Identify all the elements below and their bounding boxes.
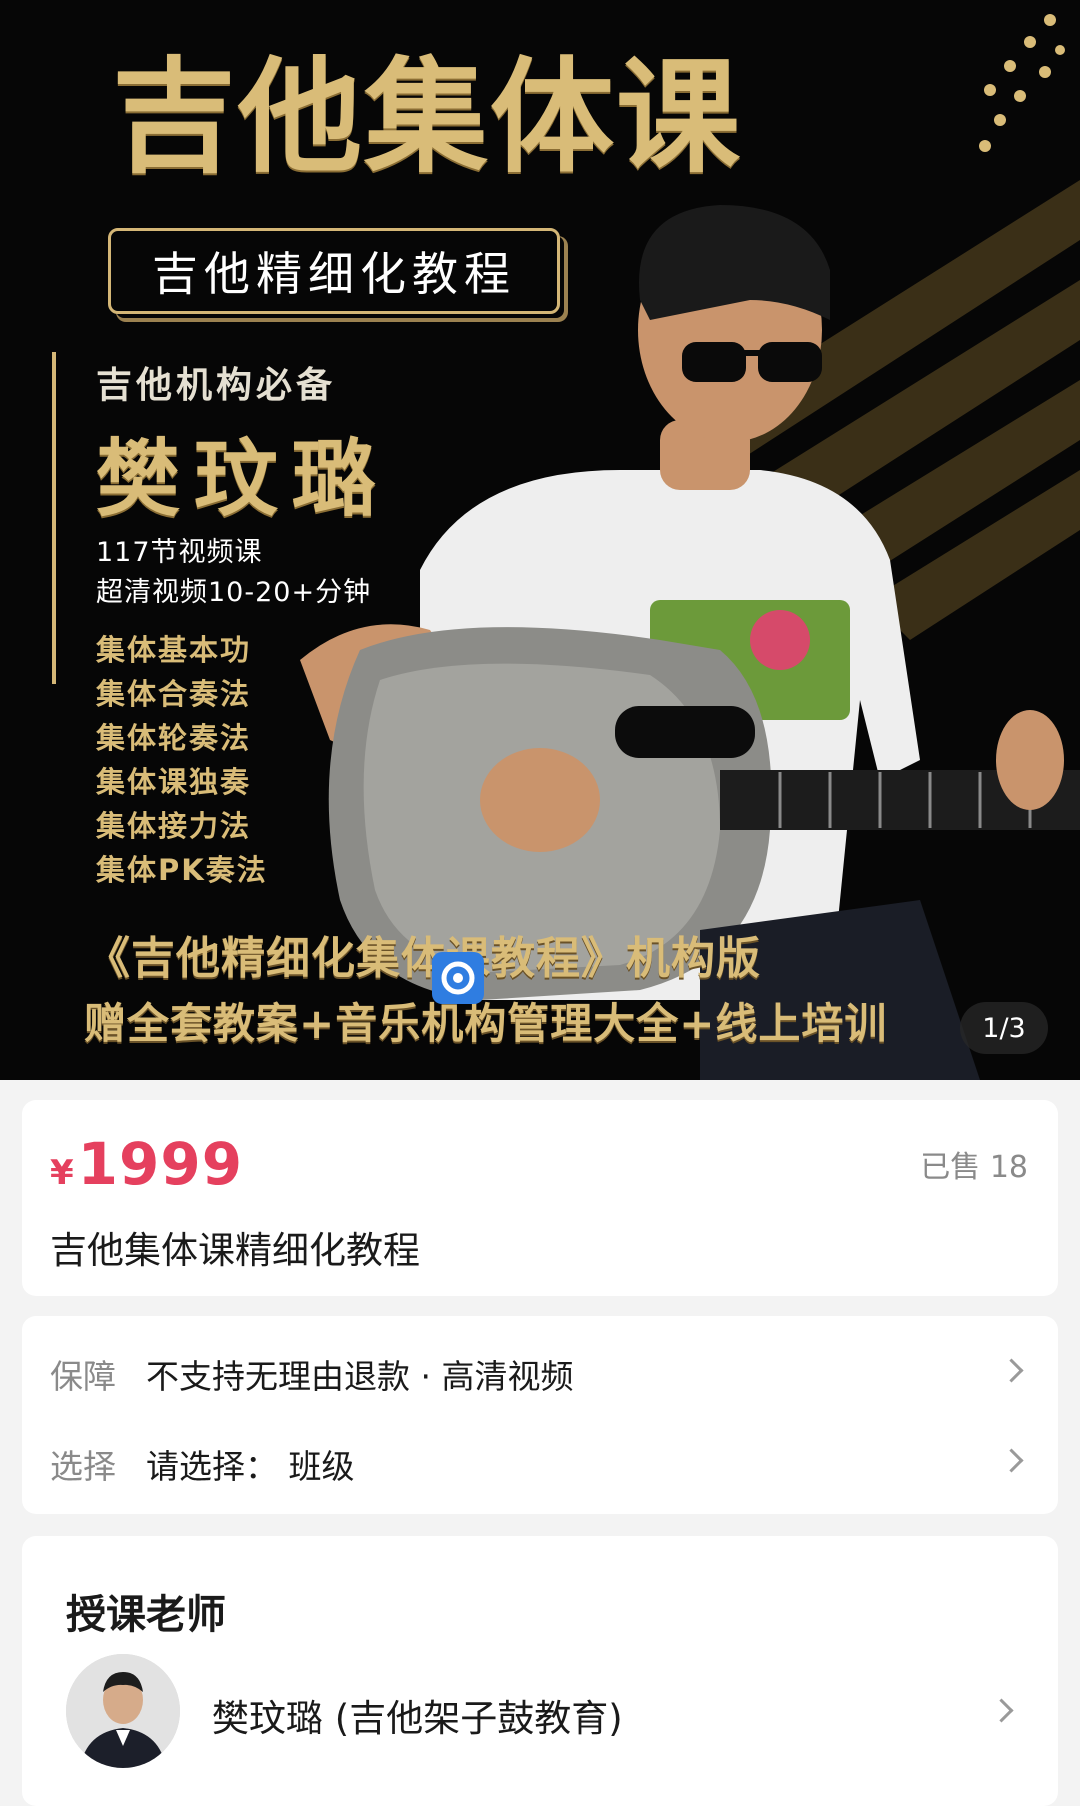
banner-tagline: 吉他机构必备: [96, 365, 337, 406]
teacher-name: 樊玟璐 (吉他架子鼓教育): [212, 1697, 623, 1740]
method-item: 集体课独奏: [96, 765, 252, 799]
banner-teacher-name: 樊玟璐: [96, 430, 391, 528]
app-logo-icon: [432, 952, 484, 1004]
currency-symbol: ¥: [50, 1153, 74, 1193]
banner-stat-lessons: 117节视频课: [96, 537, 263, 568]
method-item: 集体基本功: [96, 633, 252, 667]
chevron-right-icon: [989, 1698, 1014, 1723]
sold-count: 已售 18: [920, 1150, 1028, 1185]
banner-method-list: 集体基本功 集体合奏法 集体轮奏法 集体课独奏 集体接力法 集体PK奏法: [96, 628, 268, 892]
price-card: ¥ 1999 已售 18 吉他集体课精细化教程: [22, 1100, 1058, 1296]
method-item: 集体接力法: [96, 809, 252, 843]
method-item: 集体PK奏法: [96, 853, 268, 887]
banner-subtitle: 吉他精细化教程: [108, 228, 560, 314]
options-card: 保障 不支持无理由退款 · 高清视频 选择 请选择： 班级: [22, 1316, 1058, 1514]
guarantee-row[interactable]: 保障 不支持无理由退款 · 高清视频: [22, 1334, 1058, 1414]
banner-promo-line2: 赠全套教案+音乐机构管理大全+线上培训: [84, 999, 888, 1048]
chevron-right-icon: [999, 1358, 1024, 1383]
teacher-section-heading: 授课老师: [66, 1592, 226, 1638]
banner-title: 吉他集体课: [112, 46, 743, 190]
chevron-right-icon: [999, 1448, 1024, 1473]
banner-promo-line1: 《吉他精细化集体课教程》机构版: [86, 933, 761, 984]
banner-divider: [52, 352, 56, 684]
select-row[interactable]: 选择 请选择： 班级: [22, 1424, 1058, 1504]
method-item: 集体轮奏法: [96, 721, 252, 755]
guarantee-label: 保障: [50, 1357, 116, 1396]
product-title: 吉他集体课精细化教程: [50, 1229, 420, 1272]
method-item: 集体合奏法: [96, 677, 252, 711]
price: ¥ 1999: [50, 1130, 243, 1198]
teacher-avatar: [66, 1654, 180, 1768]
teacher-card: 授课老师 樊玟璐 (吉他架子鼓教育): [22, 1536, 1058, 1806]
banner-stat-duration: 超清视频10-20+分钟: [96, 577, 372, 608]
select-value: 请选择： 班级: [146, 1447, 355, 1486]
product-image-carousel[interactable]: 吉他集体课 吉他精细化教程 吉他机构必备 樊玟璐 117节视频课 超清视频10-…: [0, 0, 1080, 1080]
select-label: 选择: [50, 1447, 116, 1486]
price-amount: 1999: [77, 1130, 244, 1198]
teacher-row[interactable]: 樊玟璐 (吉他架子鼓教育): [22, 1654, 1058, 1774]
guarantee-value: 不支持无理由退款 · 高清视频: [146, 1357, 574, 1396]
carousel-page-counter: 1/3: [960, 1002, 1048, 1054]
